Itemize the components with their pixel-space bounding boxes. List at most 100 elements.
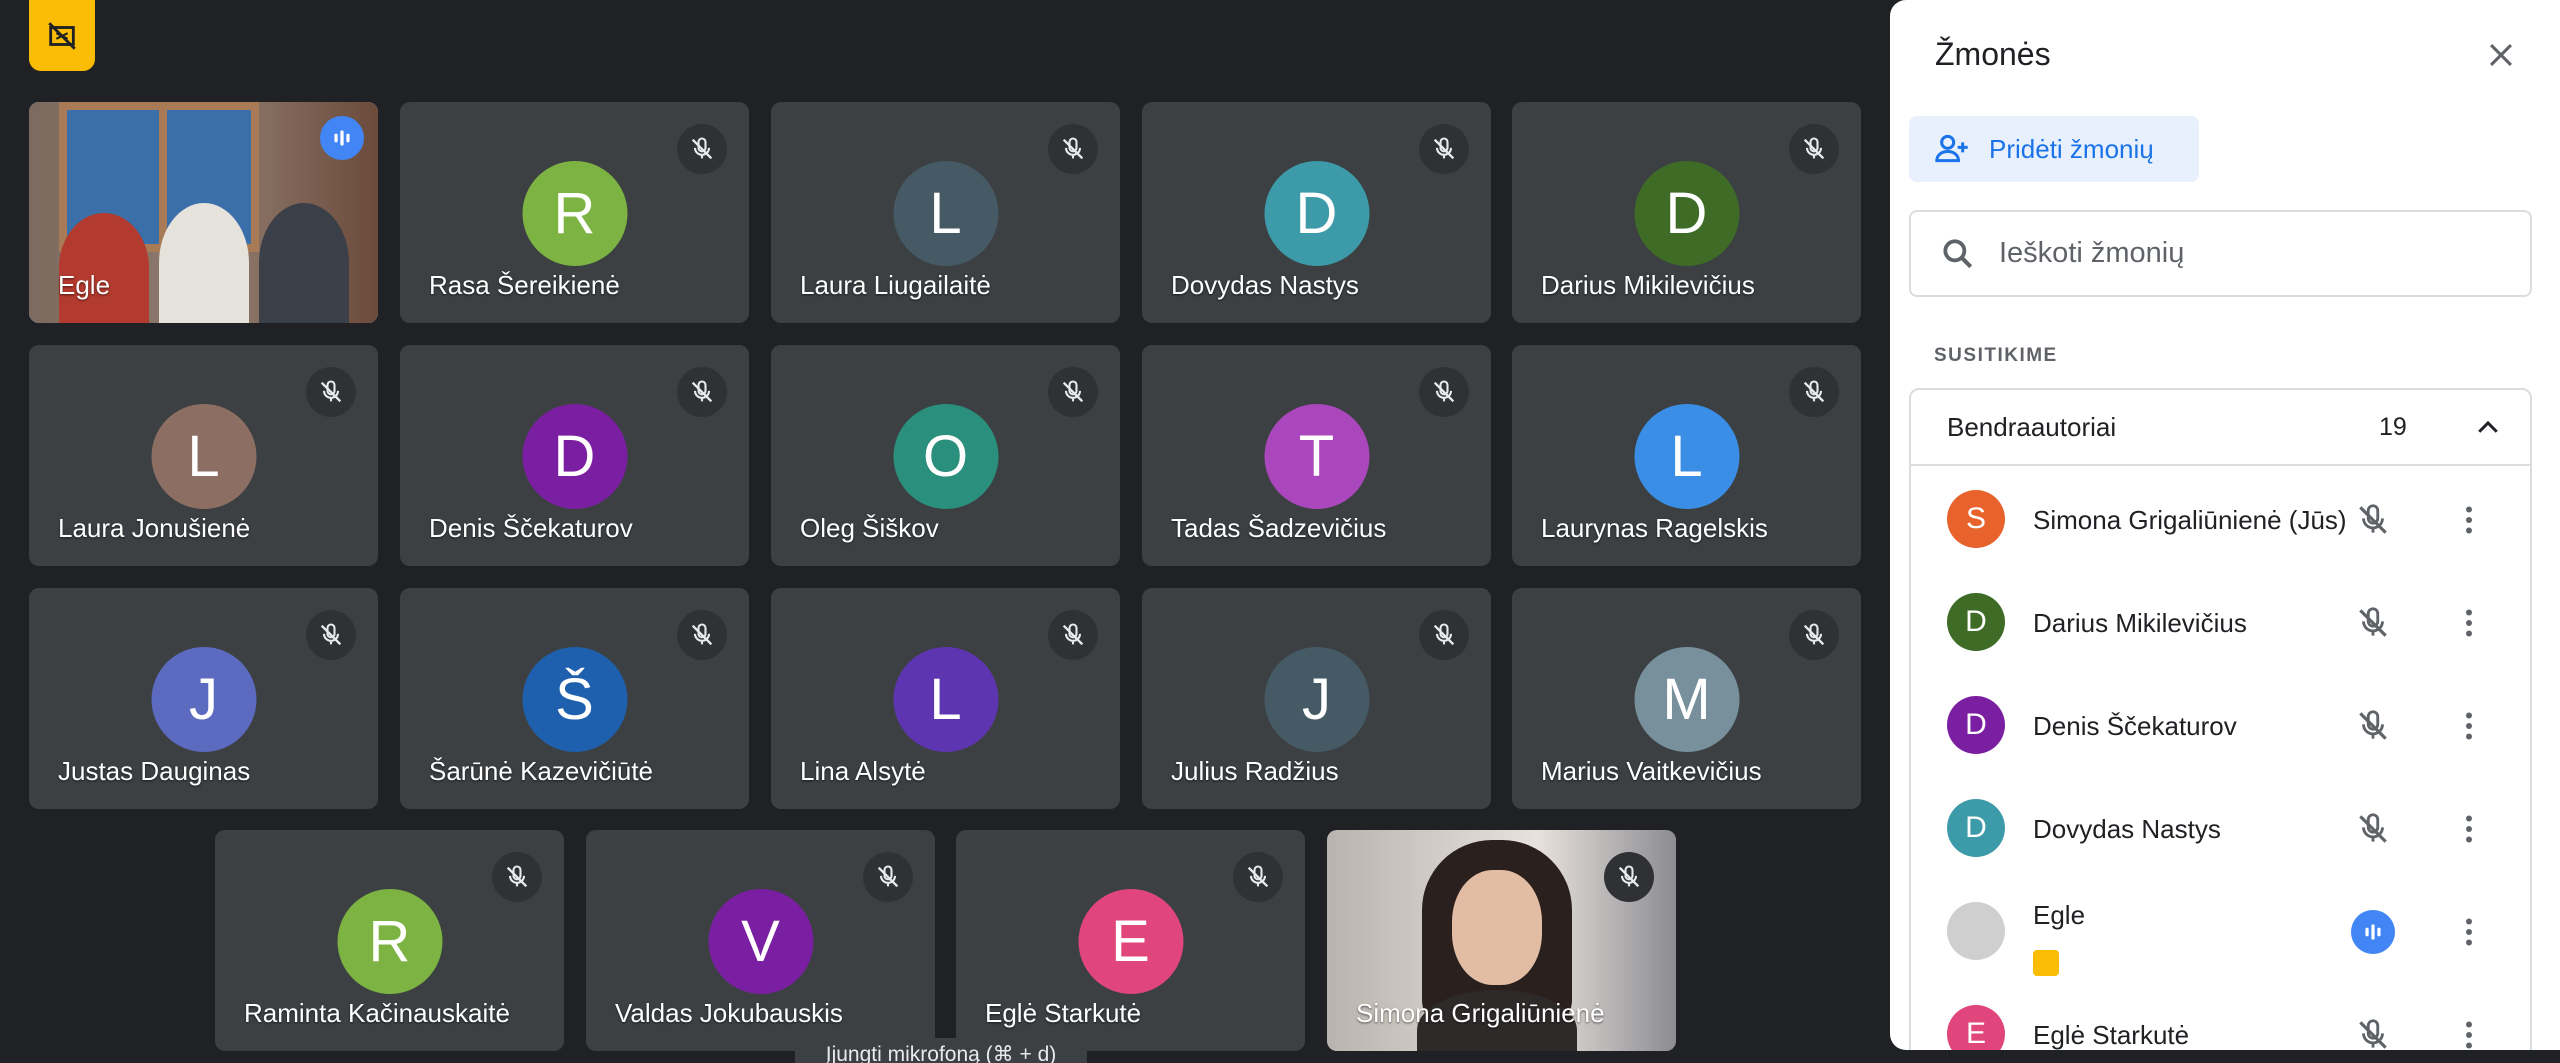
mic-off-icon xyxy=(1604,852,1654,902)
participant-name: Šarūnė Kazevičiūtė xyxy=(429,756,654,786)
avatar: T xyxy=(1264,404,1369,509)
participant-tile[interactable]: R Raminta Kačinauskaitė xyxy=(215,830,564,1051)
mic-off-icon xyxy=(677,124,727,174)
list-item[interactable]: D Darius Mikilevičius xyxy=(1911,571,2530,674)
list-item[interactable]: Egle xyxy=(1911,880,2530,983)
participant-tile[interactable]: Egle xyxy=(29,102,378,323)
avatar: Š xyxy=(522,647,627,752)
mic-off-icon xyxy=(1789,610,1839,660)
participant-tile[interactable]: T Tadas Šadzevičius xyxy=(1142,345,1491,566)
collaborators-group: Bendraautoriai 19 S Simona Grigaliūnienė… xyxy=(1909,388,2532,1050)
more-vert-icon[interactable] xyxy=(2447,704,2491,748)
mic-off-icon xyxy=(1419,124,1469,174)
participant-name: Oleg Šiškov xyxy=(800,513,939,543)
participant-name: Laura Liugailaitė xyxy=(800,270,991,300)
mic-off-icon xyxy=(1419,367,1469,417)
participant-tile[interactable]: L Laura Jonušienė xyxy=(29,345,378,566)
participant-tile[interactable]: D Darius Mikilevičius xyxy=(1512,102,1861,323)
avatar: L xyxy=(893,161,998,266)
list-item[interactable]: D Denis Ščekaturov xyxy=(1911,674,2530,777)
participant-name: Laurynas Ragelskis xyxy=(1541,513,1768,543)
participant-tile[interactable]: V Valdas Jokubauskis xyxy=(586,830,935,1051)
mic-off-icon xyxy=(1789,124,1839,174)
avatar: O xyxy=(893,404,998,509)
close-icon xyxy=(2489,43,2513,67)
participant-tile[interactable]: E Eglė Starkutė xyxy=(956,830,1305,1051)
mic-off-icon xyxy=(2351,807,2395,851)
participant-tile[interactable]: Simona Grigaliūnienė xyxy=(1327,830,1676,1051)
participant-name: Rasa Šereikienė xyxy=(429,270,620,300)
avatar xyxy=(1947,902,2005,960)
mic-off-icon xyxy=(2351,1013,2395,1050)
list-item[interactable]: D Dovydas Nastys xyxy=(1911,777,2530,880)
avatar: D xyxy=(1634,161,1739,266)
close-panel-button[interactable] xyxy=(2476,30,2526,80)
mic-off-icon xyxy=(677,610,727,660)
participant-name: Lina Alsytė xyxy=(800,756,926,786)
avatar: D xyxy=(522,404,627,509)
collaborators-group-header[interactable]: Bendraautoriai 19 xyxy=(1911,390,2530,466)
avatar: V xyxy=(708,889,813,994)
participant-name: Dovydas Nastys xyxy=(1171,270,1359,300)
mic-off-icon xyxy=(1048,610,1098,660)
search-people-input[interactable] xyxy=(1999,237,2479,270)
list-item[interactable]: E Eglė Starkutė xyxy=(1911,983,2530,1050)
participant-tile[interactable]: R Rasa Šereikienė xyxy=(400,102,749,323)
person-name: Egle xyxy=(2033,900,2086,930)
mic-off-icon xyxy=(677,367,727,417)
participant-name: Eglė Starkutė xyxy=(985,998,1142,1028)
mic-off-icon xyxy=(863,852,913,902)
chevron-up-icon[interactable] xyxy=(2468,408,2508,448)
avatar: M xyxy=(1634,647,1739,752)
participant-name: Darius Mikilevičius xyxy=(1541,270,1755,300)
mic-off-icon xyxy=(1048,367,1098,417)
mic-off-icon xyxy=(306,610,356,660)
person-name: Dovydas Nastys xyxy=(2033,814,2221,844)
list-item[interactable]: S Simona Grigaliūnienė (Jūs) xyxy=(1911,468,2530,571)
mic-off-icon xyxy=(1789,367,1839,417)
avatar: S xyxy=(1947,490,2005,548)
mic-off-icon xyxy=(306,367,356,417)
participant-name: Raminta Kačinauskaitė xyxy=(244,998,510,1028)
avatar: E xyxy=(1947,1005,2005,1050)
participant-tile[interactable]: L Laurynas Ragelskis xyxy=(1512,345,1861,566)
avatar: J xyxy=(151,647,256,752)
add-people-button[interactable]: Pridėti žmonių xyxy=(1909,116,2199,182)
more-vert-icon[interactable] xyxy=(2447,601,2491,645)
participant-tile[interactable]: M Marius Vaitkevičius xyxy=(1512,588,1861,809)
participant-tile[interactable]: J Justas Dauginas xyxy=(29,588,378,809)
participant-tile[interactable]: J Julius Radžius xyxy=(1142,588,1491,809)
mic-off-icon xyxy=(1048,124,1098,174)
participant-name: Simona Grigaliūnienė xyxy=(1356,998,1605,1028)
more-vert-icon[interactable] xyxy=(2447,498,2491,542)
person-name: Denis Ščekaturov xyxy=(2033,711,2237,741)
participant-name: Justas Dauginas xyxy=(58,756,251,786)
participant-name: Valdas Jokubauskis xyxy=(615,998,843,1028)
speaking-indicator-icon xyxy=(2351,910,2395,954)
mic-off-icon xyxy=(2351,704,2395,748)
mic-off-icon xyxy=(1233,852,1283,902)
speaking-indicator-icon xyxy=(320,116,364,160)
participant-tile[interactable]: Š Šarūnė Kazevičiūtė xyxy=(400,588,749,809)
avatar: D xyxy=(1264,161,1369,266)
mic-tooltip: Įjungti mikrofoną (⌘ + d) xyxy=(795,1038,1087,1063)
avatar: D xyxy=(1947,799,2005,857)
participant-tile[interactable]: D Denis Ščekaturov xyxy=(400,345,749,566)
panel-title: Žmonės xyxy=(1935,36,2051,72)
participant-tile[interactable]: L Laura Liugailaitė xyxy=(771,102,1120,323)
no-video-off-icon xyxy=(48,21,76,50)
participant-name: Julius Radžius xyxy=(1171,756,1339,786)
presentation-off-badge[interactable] xyxy=(29,0,95,71)
participant-name: Tadas Šadzevičius xyxy=(1171,513,1387,543)
more-vert-icon[interactable] xyxy=(2447,1013,2491,1050)
person-name: Simona Grigaliūnienė (Jūs) xyxy=(2033,505,2347,535)
more-vert-icon[interactable] xyxy=(2447,910,2491,954)
participant-tile[interactable]: L Lina Alsytė xyxy=(771,588,1120,809)
participant-name: Egle xyxy=(58,270,111,300)
participant-tile[interactable]: O Oleg Šiškov xyxy=(771,345,1120,566)
participant-tile[interactable]: D Dovydas Nastys xyxy=(1142,102,1491,323)
search-people-box[interactable] xyxy=(1909,210,2532,297)
avatar: D xyxy=(1947,593,2005,651)
more-vert-icon[interactable] xyxy=(2447,807,2491,851)
mic-off-icon xyxy=(492,852,542,902)
